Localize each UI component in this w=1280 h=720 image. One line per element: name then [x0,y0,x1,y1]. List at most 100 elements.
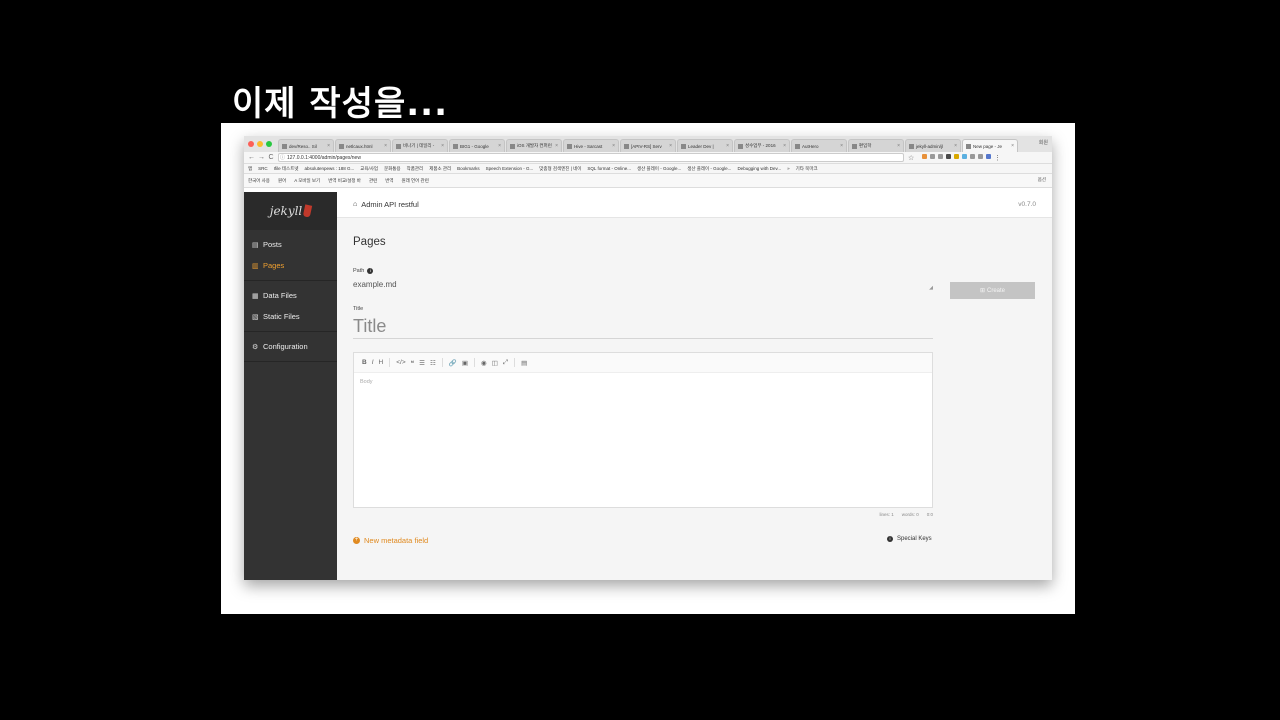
extension-icon[interactable] [986,153,991,159]
bookmark-item[interactable]: absolutenpews : 188 G... [304,166,354,171]
browser-tab[interactable]: dev/Reso.. Sil × [278,139,334,152]
extension-icon[interactable] [978,153,983,159]
bookmark-item[interactable]: » [787,166,790,171]
ordered-list-icon[interactable]: ☷ [430,359,436,367]
browser-tab[interactable]: New page - Je × [962,139,1018,152]
close-tab-icon[interactable]: × [384,143,387,149]
menu-icon[interactable]: ⋮ [994,154,1001,162]
home-icon[interactable]: ⌂ [353,201,357,208]
sidebar-item-pages[interactable]: ▥ Pages [244,255,337,276]
bold-icon[interactable]: B [362,359,367,366]
extension-icon[interactable] [930,153,935,159]
resize-handle-icon[interactable]: ◢ [929,285,933,291]
image-icon[interactable]: ▣ [462,359,468,367]
bookmark-item[interactable]: 제품소 관리 [429,166,451,172]
quote-icon[interactable]: ❝ [411,359,415,367]
close-tab-icon[interactable]: × [840,143,843,149]
bookmark-item[interactable]: Debugging with Dev... [737,166,781,171]
extension-icon[interactable] [922,153,927,159]
address-bar[interactable]: ⓘ 127.0.0.1:4000/admin/pages/new [278,153,904,162]
special-keys-button[interactable]: i Special Keys [887,536,932,542]
extension-icon[interactable] [970,153,975,159]
profile-button[interactable]: 회원 [1039,139,1048,146]
back-icon[interactable]: ← [248,154,255,161]
sidebar-item-data-files[interactable]: ▦ Data Files [244,285,337,306]
close-window-button[interactable] [248,141,254,147]
info-icon[interactable]: ⓘ [280,154,285,162]
title-input[interactable]: Title [353,316,933,339]
bookmark-item[interactable]: Bookmarks [457,166,480,171]
browser-tab[interactable]: 비나기 | 데일리 - × [392,139,448,152]
translate-item[interactable]: 원래 언어 관련 [402,178,429,184]
bookmark-item[interactable]: 문화통용 [384,166,401,172]
jekyll-logo[interactable]: jekyll [244,192,337,230]
close-tab-icon[interactable]: × [669,143,672,149]
preview-icon[interactable]: ◉ [481,359,487,367]
close-tab-icon[interactable]: × [327,143,330,149]
close-tab-icon[interactable]: × [498,143,501,149]
translate-item[interactable]: 원어 [278,178,286,184]
browser-tab[interactable]: jekyll-admin/jl × [905,139,961,152]
code-icon[interactable]: </> [396,359,405,366]
bookmark-item[interactable]: 맞춤형 검색엔진 | 네이 [539,166,581,172]
bookmark-item[interactable]: 교육/사업 [360,166,378,172]
translate-options[interactable]: 옵션 [1038,177,1046,183]
heading-icon[interactable]: H [379,359,384,366]
bookmark-item[interactable]: SQL format - Online... [587,166,631,171]
browser-tab[interactable]: [APIV-RS] Serv × [620,139,676,152]
extension-icon[interactable] [962,153,967,159]
site-title[interactable]: Admin API restful [361,200,419,209]
close-tab-icon[interactable]: × [954,143,957,149]
star-icon[interactable]: ☆ [908,154,914,162]
path-input[interactable]: example.md ◢ [353,280,933,291]
bookmark-item[interactable]: 기타 북마크 [796,166,818,172]
translate-item[interactable]: A 모바일 보기 [294,178,320,184]
create-button[interactable]: ⊞ Create [950,282,1035,299]
translate-item[interactable]: 관련 [369,178,377,184]
info-icon[interactable]: i [367,268,374,274]
extension-icon[interactable] [938,153,943,159]
reload-icon[interactable]: C [268,154,274,161]
zoom-window-button[interactable] [266,141,272,147]
extension-icon[interactable] [954,153,959,159]
fullscreen-icon[interactable]: ⤢ [503,359,508,367]
close-tab-icon[interactable]: × [612,143,615,149]
forward-icon[interactable]: → [258,154,265,161]
bookmark-item[interactable]: 작품관리 [407,166,424,172]
editor-body[interactable]: Body [354,373,932,391]
translate-item[interactable]: 번역 비교/설정 바 [328,178,361,184]
browser-tab[interactable]: 편입학 × [848,139,904,152]
minimize-window-button[interactable] [257,141,263,147]
bookmark-item[interactable]: SRC [258,166,268,171]
close-tab-icon[interactable]: × [555,143,558,149]
close-tab-icon[interactable]: × [441,143,444,149]
extension-icon[interactable] [946,153,951,159]
new-metadata-field-button[interactable]: + New metadata field [353,536,428,545]
browser-tab[interactable]: Leader Dev | × [677,139,733,152]
sidebar-item-static-files[interactable]: ▧ Static Files [244,306,337,327]
bookmark-item[interactable]: 생산 플레이 - Google... [687,166,731,172]
bookmark-item[interactable]: Ifile 테스트넷 [274,166,299,172]
browser-tab[interactable]: BIG1 - Google × [449,139,505,152]
side-by-side-icon[interactable]: ◫ [492,359,498,367]
browser-tab[interactable]: netlcaux.html × [335,139,391,152]
browser-tab[interactable]: Hive - Sarcast × [563,139,619,152]
bookmark-item[interactable]: Speech Extension - G... [486,166,534,171]
italic-icon[interactable]: I [372,359,374,366]
link-icon[interactable]: 🔗 [449,359,457,367]
browser-tab[interactable]: AutHero × [791,139,847,152]
bookmark-item[interactable]: 생산 플레이 - Google... [637,166,681,172]
translate-item[interactable]: 번역 [385,178,393,184]
close-tab-icon[interactable]: × [783,143,786,149]
browser-tab[interactable]: iOS 개발자 컨퍼런 × [506,139,562,152]
close-tab-icon[interactable]: × [1011,143,1014,149]
sidebar-item-configuration[interactable]: ⚙ Configuration [244,336,337,357]
translate-item[interactable]: 한국어 사용 [248,178,270,184]
guide-icon[interactable]: ▤ [521,359,527,367]
close-tab-icon[interactable]: × [897,143,900,149]
sidebar-item-posts[interactable]: ▤ Posts [244,234,337,255]
browser-tab[interactable]: 성수업무 - 2016 × [734,139,790,152]
close-tab-icon[interactable]: × [726,143,729,149]
unordered-list-icon[interactable]: ☰ [419,359,425,367]
bookmark-item[interactable]: 앱 [248,166,252,172]
